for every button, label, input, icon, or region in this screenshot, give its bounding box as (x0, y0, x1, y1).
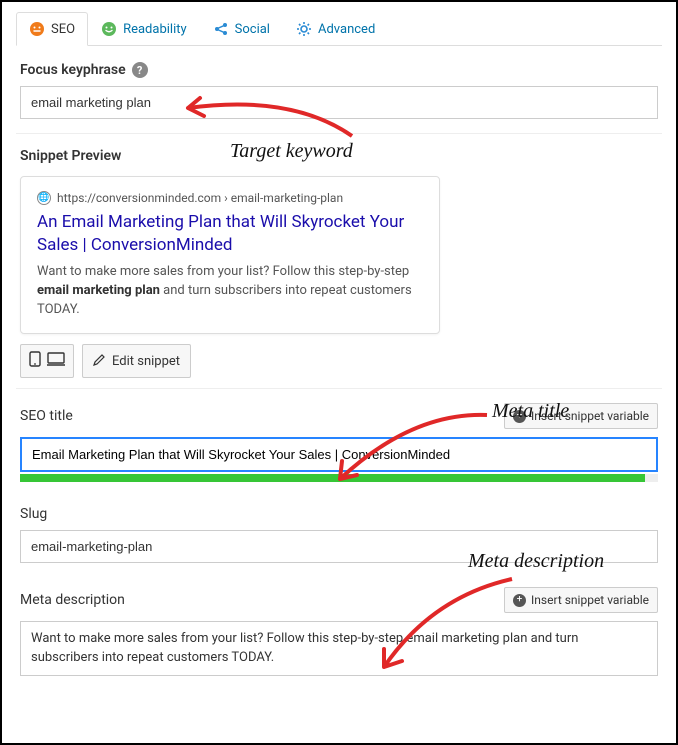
meta-description-label: Meta description (20, 592, 125, 608)
tab-social[interactable]: Social (200, 12, 283, 45)
annotation-target-keyword: Target keyword (230, 140, 353, 163)
snippet-title-link[interactable]: An Email Marketing Plan that Will Skyroc… (37, 211, 423, 257)
insert-variable-button-meta[interactable]: + Insert snippet variable (504, 587, 658, 613)
mobile-icon (29, 351, 41, 371)
snippet-url: https://conversionminded.com › email-mar… (57, 191, 343, 205)
plus-circle-icon: + (513, 594, 526, 607)
seo-title-progress-fill (20, 474, 645, 482)
tab-advanced-label: Advanced (318, 22, 375, 37)
seo-title-input[interactable] (20, 437, 658, 472)
edit-snippet-label: Edit snippet (112, 354, 180, 369)
tab-seo[interactable]: SEO (16, 12, 88, 46)
snippet-title-text: An Email Marketing Plan that Will Skyroc… (37, 212, 404, 255)
seo-title-label: SEO title (20, 408, 73, 424)
smiley-icon (29, 21, 45, 37)
seo-title-progress (20, 474, 658, 482)
tab-social-label: Social (235, 22, 270, 37)
tabs-bar: SEO Readability Social Advanced (16, 12, 662, 46)
meta-description-input[interactable] (20, 621, 658, 675)
focus-keyphrase-label: Focus keyphrase (20, 62, 126, 78)
tab-advanced[interactable]: Advanced (283, 12, 388, 45)
pencil-icon (93, 353, 106, 370)
annotation-meta-description: Meta description (468, 550, 604, 573)
insert-variable-label-meta: Insert snippet variable (531, 593, 649, 607)
help-icon[interactable]: ? (132, 62, 148, 78)
smiley-green-icon (101, 21, 117, 37)
share-icon (213, 21, 229, 37)
focus-keyphrase-input[interactable] (20, 86, 658, 119)
device-toggle-button[interactable] (20, 344, 74, 378)
desktop-icon (47, 352, 65, 370)
slug-label: Slug (20, 506, 47, 522)
tab-readability-label: Readability (123, 22, 187, 37)
globe-icon: 🌐 (37, 191, 51, 205)
gear-icon (296, 21, 312, 37)
meta-description-section: Meta description + Insert snippet variab… (16, 573, 662, 689)
tab-seo-label: SEO (51, 22, 75, 37)
snippet-preview-section: Snippet Preview 🌐 https://conversionmind… (16, 134, 662, 389)
snippet-card: 🌐 https://conversionminded.com › email-m… (20, 176, 440, 334)
edit-snippet-button[interactable]: Edit snippet (82, 344, 191, 378)
snippet-desc-pre: Want to make more sales from your list? … (37, 264, 409, 279)
snippet-desc-bold: email marketing plan (37, 283, 160, 298)
tab-readability[interactable]: Readability (88, 12, 200, 45)
snippet-description: Want to make more sales from your list? … (37, 263, 423, 320)
focus-keyphrase-section: Focus keyphrase ? (16, 52, 662, 134)
annotation-meta-title: Meta title (492, 400, 569, 423)
